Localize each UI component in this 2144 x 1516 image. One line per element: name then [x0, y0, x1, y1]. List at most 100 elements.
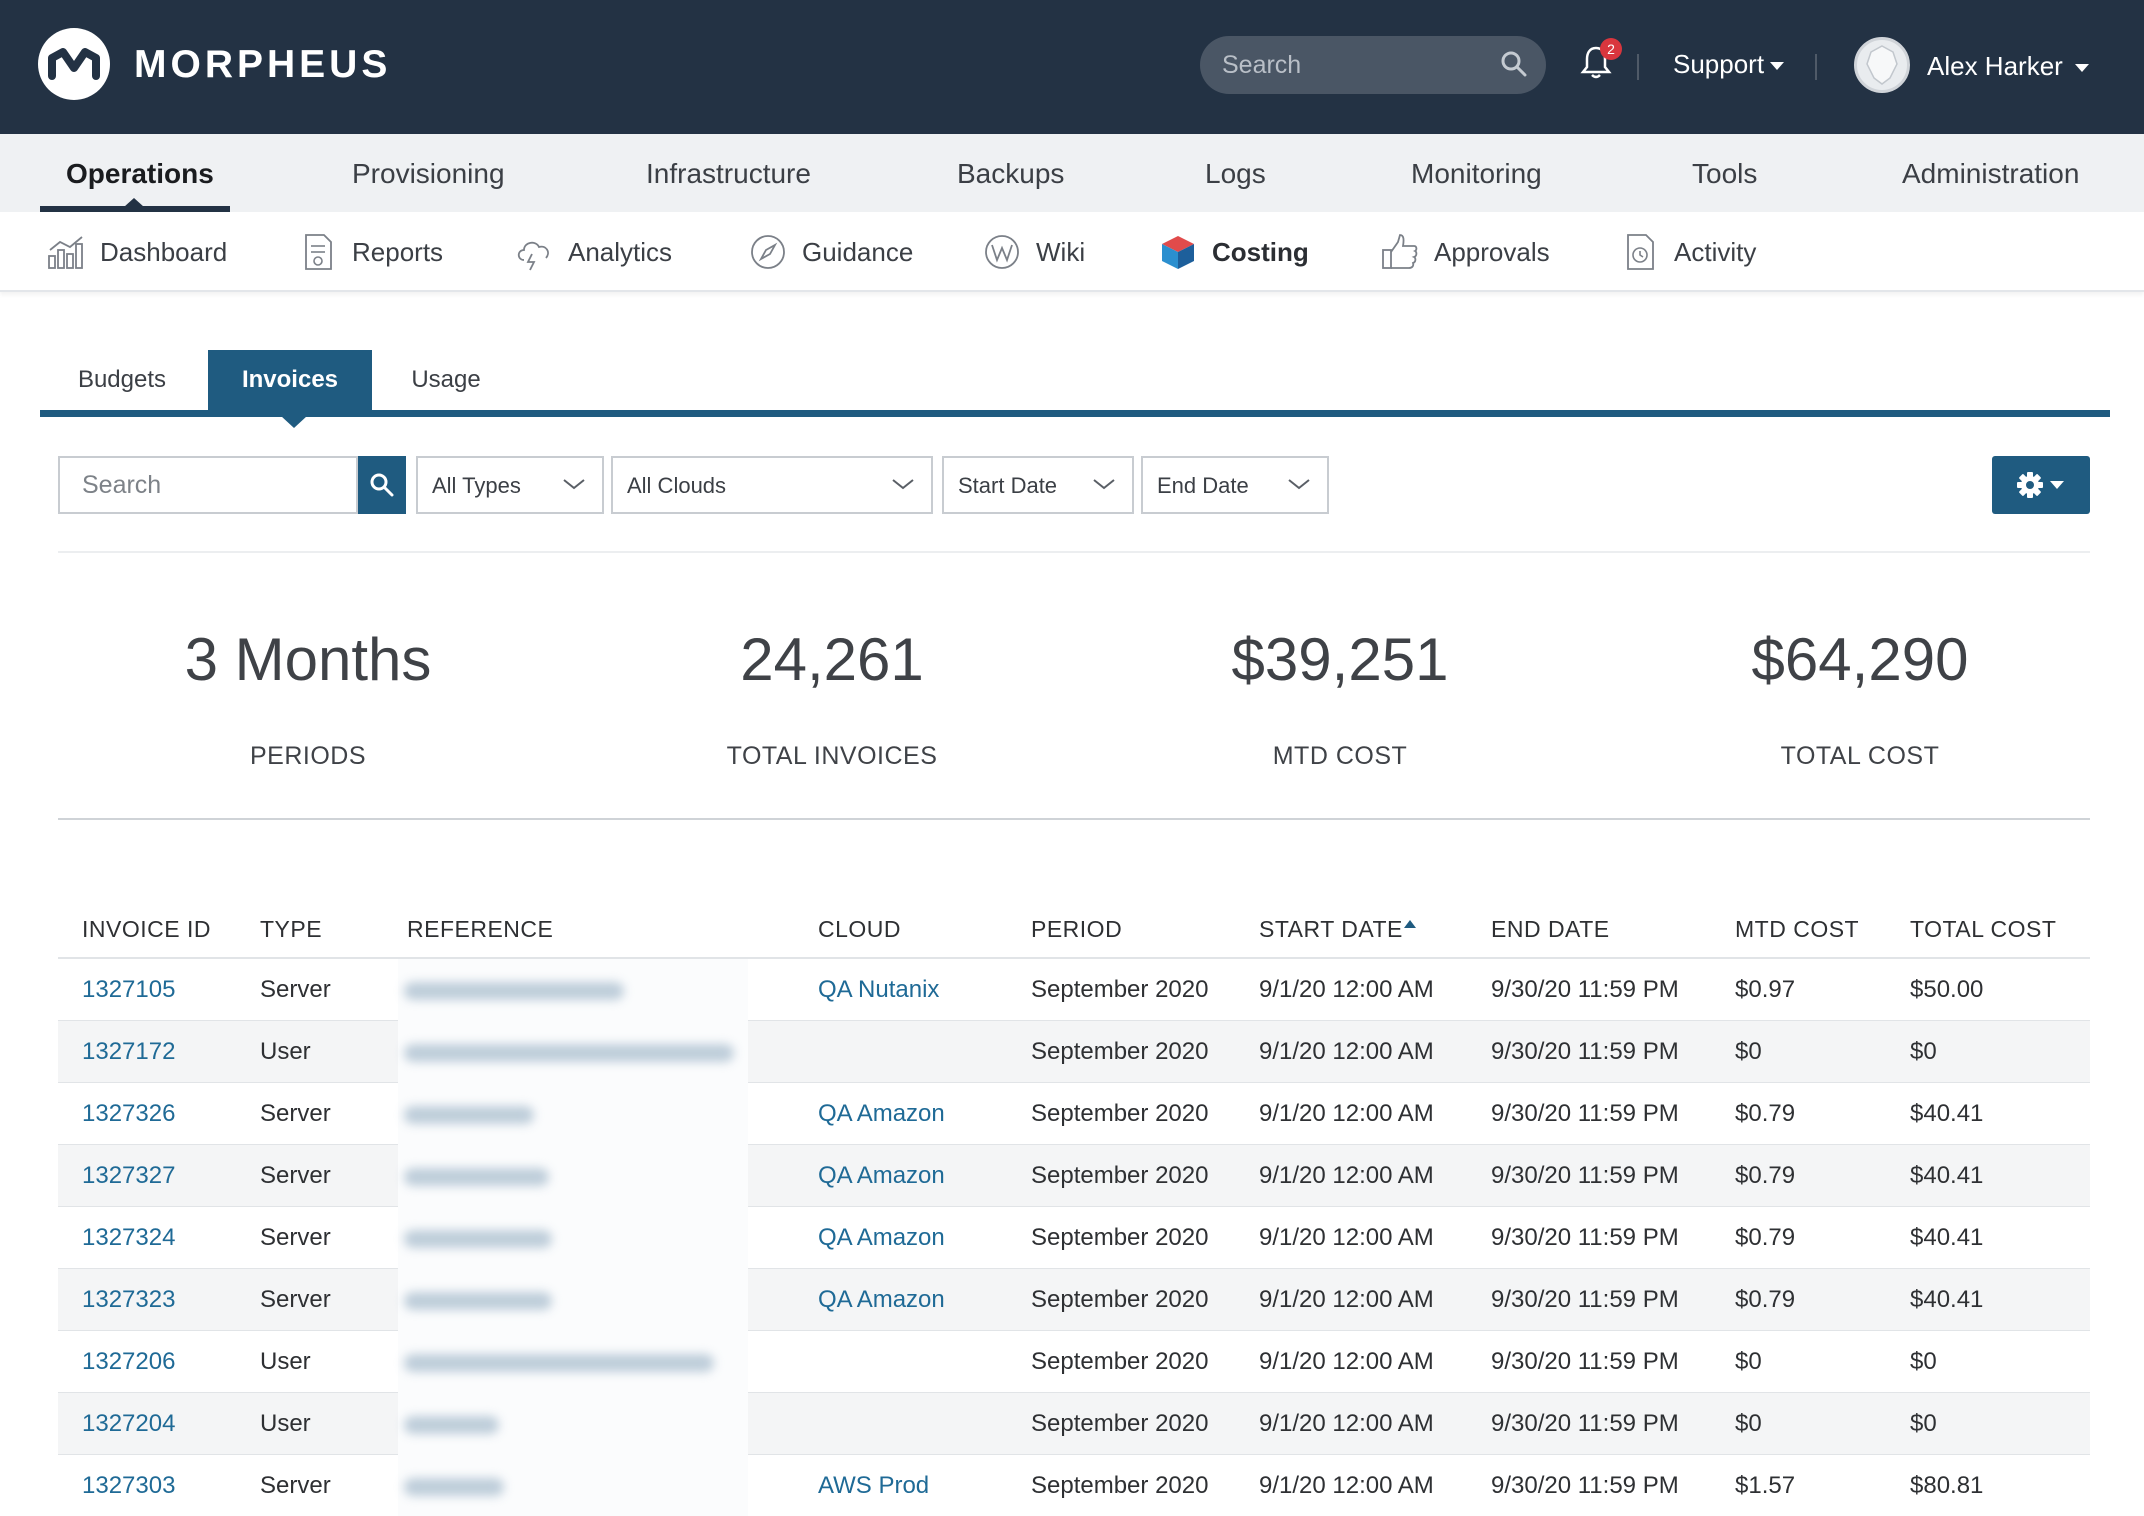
nav-backups[interactable]: Backups: [957, 156, 1064, 192]
subnav-dashboard[interactable]: Dashboard: [46, 232, 227, 272]
table-row[interactable]: 1327327 Server QA Amazon September 2020 …: [58, 1145, 2090, 1207]
subnav-label: Guidance: [802, 236, 914, 267]
divider: [58, 818, 2090, 820]
subnav-approvals[interactable]: Approvals: [1380, 232, 1550, 272]
invoice-id-link[interactable]: 1327323: [82, 1284, 175, 1316]
end-date-cell: 9/30/20 11:59 PM: [1491, 976, 1679, 1003]
reference-cell: [398, 1393, 748, 1455]
invoice-search[interactable]: [58, 456, 358, 514]
nav-monitoring[interactable]: Monitoring: [1411, 156, 1542, 192]
nav-operations[interactable]: Operations: [66, 156, 214, 192]
cloud-link[interactable]: AWS Prod: [818, 1470, 929, 1502]
table-row[interactable]: 1327172 User September 2020 9/1/20 12:00…: [58, 1021, 2090, 1083]
cloud-link[interactable]: QA Amazon: [818, 1098, 945, 1130]
subnav-label: Approvals: [1434, 236, 1550, 267]
wiki-icon: [982, 232, 1022, 272]
column-header-total-cost[interactable]: TOTAL COST: [1910, 913, 2056, 945]
avatar[interactable]: [1854, 37, 1910, 93]
subnav-wiki[interactable]: Wiki: [982, 232, 1085, 272]
nav-administration[interactable]: Administration: [1902, 156, 2079, 192]
nav-tools[interactable]: Tools: [1692, 156, 1757, 192]
end-date-cell: 9/30/20 11:59 PM: [1491, 1348, 1679, 1375]
end-date-filter[interactable]: End Date: [1141, 456, 1329, 514]
global-search-input[interactable]: [1222, 46, 1482, 84]
cloud-link[interactable]: QA Nutanix: [818, 974, 939, 1006]
stat-periods: 3 Months PERIODS: [128, 620, 488, 772]
table-row[interactable]: 1327206 User September 2020 9/1/20 12:00…: [58, 1331, 2090, 1393]
start-date-cell: 9/1/20 12:00 AM: [1259, 1100, 1434, 1127]
redacted-reference: [404, 1478, 504, 1496]
column-header-type[interactable]: TYPE: [260, 913, 322, 945]
notification-count-badge: 2: [1600, 38, 1622, 60]
period-cell: September 2020: [1031, 1038, 1209, 1065]
invoice-id-link[interactable]: 1327105: [82, 974, 175, 1006]
table-row[interactable]: 1327323 Server QA Amazon September 2020 …: [58, 1269, 2090, 1331]
invoice-id-link[interactable]: 1327327: [82, 1160, 175, 1192]
table-row[interactable]: 1327204 User September 2020 9/1/20 12:00…: [58, 1393, 2090, 1455]
table-row[interactable]: 1327324 Server QA Amazon September 2020 …: [58, 1207, 2090, 1269]
search-icon[interactable]: [1500, 50, 1528, 83]
column-header-end-date[interactable]: END DATE: [1491, 913, 1610, 945]
nav-logs[interactable]: Logs: [1205, 156, 1266, 192]
tab-budgets[interactable]: Budgets: [58, 350, 186, 410]
redacted-reference: [404, 982, 624, 1000]
nav-infrastructure[interactable]: Infrastructure: [646, 156, 811, 192]
column-header-start-date[interactable]: START DATE: [1259, 913, 1403, 945]
gear-icon: [2017, 472, 2043, 498]
tab-invoices[interactable]: Invoices: [208, 350, 372, 410]
cloud-filter-select[interactable]: All Clouds: [611, 456, 933, 514]
invoice-search-input[interactable]: [60, 458, 356, 512]
reference-cell: [398, 1145, 748, 1207]
table-row[interactable]: 1327326 Server QA Amazon September 2020 …: [58, 1083, 2090, 1145]
support-label: Support: [1673, 49, 1765, 79]
invoice-id-link[interactable]: 1327303: [82, 1470, 175, 1502]
subnav-costing[interactable]: Costing: [1158, 232, 1309, 272]
subnav-analytics[interactable]: Analytics: [514, 232, 672, 272]
reference-cell: [398, 1083, 748, 1145]
column-header-reference[interactable]: REFERENCE: [407, 913, 553, 945]
period-cell: September 2020: [1031, 1348, 1209, 1375]
support-menu[interactable]: Support: [1673, 46, 1785, 82]
user-menu[interactable]: Alex Harker: [1927, 48, 2089, 84]
type-filter-select[interactable]: All Types: [416, 456, 604, 514]
column-header-invoice-id[interactable]: INVOICE ID: [82, 913, 211, 945]
column-header-period[interactable]: PERIOD: [1031, 913, 1122, 945]
start-date-cell: 9/1/20 12:00 AM: [1259, 976, 1434, 1003]
start-date-cell: 9/1/20 12:00 AM: [1259, 1472, 1434, 1499]
nav-provisioning[interactable]: Provisioning: [352, 156, 505, 192]
global-search[interactable]: [1200, 36, 1546, 94]
tabs-underline: [40, 410, 2110, 417]
invoice-id-link[interactable]: 1327206: [82, 1346, 175, 1378]
cloud-link[interactable]: QA Amazon: [818, 1222, 945, 1254]
dashboard-icon: [46, 232, 86, 272]
invoice-search-button[interactable]: [358, 456, 406, 514]
invoice-id-link[interactable]: 1327324: [82, 1222, 175, 1254]
invoice-table-header: INVOICE ID TYPE REFERENCE CLOUD PERIOD S…: [58, 905, 2090, 959]
table-row[interactable]: 1327303 Server AWS Prod September 2020 9…: [58, 1455, 2090, 1516]
type-cell: Server: [260, 1286, 331, 1313]
brand-name[interactable]: MORPHEUS: [134, 38, 391, 92]
cloud-link[interactable]: QA Amazon: [818, 1160, 945, 1192]
table-row[interactable]: 1327105 Server QA Nutanix September 2020…: [58, 959, 2090, 1021]
cloud-link[interactable]: QA Amazon: [818, 1284, 945, 1316]
subnav-guidance[interactable]: Guidance: [748, 232, 913, 272]
tab-usage[interactable]: Usage: [396, 350, 496, 410]
user-name: Alex Harker: [1927, 51, 2063, 81]
settings-button[interactable]: [1992, 456, 2090, 514]
subnav-activity[interactable]: Activity: [1620, 232, 1756, 272]
column-header-cloud[interactable]: CLOUD: [818, 913, 901, 945]
total-cost-cell: $40.41: [1910, 1100, 1984, 1127]
sort-ascending-icon[interactable]: [1404, 920, 1416, 928]
reports-icon: [298, 232, 338, 272]
mtd-cost-cell: $0.79: [1735, 1162, 1796, 1189]
subnav-reports[interactable]: Reports: [298, 232, 443, 272]
invoice-id-link[interactable]: 1327326: [82, 1098, 175, 1130]
invoice-id-link[interactable]: 1327172: [82, 1036, 175, 1068]
period-cell: September 2020: [1031, 1410, 1209, 1437]
column-header-mtd-cost[interactable]: MTD COST: [1735, 913, 1859, 945]
end-date-cell: 9/30/20 11:59 PM: [1491, 1162, 1679, 1189]
invoice-id-link[interactable]: 1327204: [82, 1408, 175, 1440]
cloud-filter-value: All Clouds: [627, 473, 727, 498]
start-date-filter[interactable]: Start Date: [942, 456, 1134, 514]
morpheus-logo-icon[interactable]: [38, 28, 110, 100]
